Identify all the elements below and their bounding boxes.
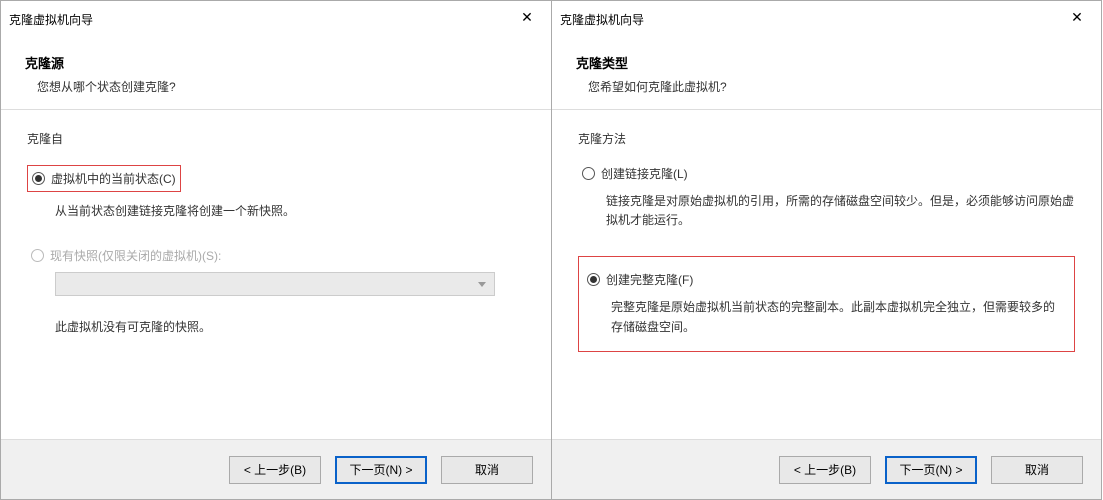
radio-existing-snapshot: 现有快照(仅限关闭的虚拟机)(S): — [31, 247, 525, 264]
clone-wizard-dialog-type: 克隆虚拟机向导 ✕ 克隆类型 您希望如何克隆此虚拟机? 克隆方法 创建链接克隆(… — [551, 0, 1102, 500]
wizard-body: 克隆自 虚拟机中的当前状态(C) 从当前状态创建链接克隆将创建一个新快照。 现有… — [1, 110, 551, 439]
next-button[interactable]: 下一页(N) > — [885, 456, 977, 484]
option-current-state: 虚拟机中的当前状态(C) 从当前状态创建链接克隆将创建一个新快照。 — [27, 165, 525, 221]
back-button[interactable]: < 上一步(B) — [229, 456, 321, 484]
group-label: 克隆自 — [27, 130, 525, 147]
next-button[interactable]: 下一页(N) > — [335, 456, 427, 484]
wizard-footer: < 上一步(B) 下一页(N) > 取消 — [552, 439, 1101, 499]
snapshot-note: 此虚拟机没有可克隆的快照。 — [55, 318, 525, 337]
option-description: 完整克隆是原始虚拟机当前状态的完整副本。此副本虚拟机完全独立，但需要较多的存储磁… — [611, 298, 1064, 336]
radio-current-state[interactable]: 虚拟机中的当前状态(C) — [32, 170, 176, 187]
option-full-clone: 创建完整克隆(F) 完整克隆是原始虚拟机当前状态的完整副本。此副本虚拟机完全独立… — [578, 256, 1075, 351]
window-title: 克隆虚拟机向导 — [9, 11, 93, 28]
group-label: 克隆方法 — [578, 130, 1075, 147]
option-linked-clone: 创建链接克隆(L) 链接克隆是对原始虚拟机的引用，所需的存储磁盘空间较少。但是，… — [578, 165, 1075, 230]
wizard-body: 克隆方法 创建链接克隆(L) 链接克隆是对原始虚拟机的引用，所需的存储磁盘空间较… — [552, 110, 1101, 439]
radio-icon — [31, 249, 44, 262]
radio-icon — [587, 273, 600, 286]
wizard-header: 克隆类型 您希望如何克隆此虚拟机? — [552, 37, 1101, 109]
close-button[interactable]: ✕ — [1057, 3, 1097, 31]
close-button[interactable]: ✕ — [507, 3, 547, 31]
titlebar: 克隆虚拟机向导 ✕ — [552, 1, 1101, 37]
option-description: 链接克隆是对原始虚拟机的引用，所需的存储磁盘空间较少。但是，必须能够访问原始虚拟… — [606, 192, 1075, 230]
cancel-button[interactable]: 取消 — [441, 456, 533, 484]
option-description: 从当前状态创建链接克隆将创建一个新快照。 — [55, 202, 525, 221]
back-button[interactable]: < 上一步(B) — [779, 456, 871, 484]
option-existing-snapshot: 现有快照(仅限关闭的虚拟机)(S): 此虚拟机没有可克隆的快照。 — [27, 247, 525, 337]
titlebar: 克隆虚拟机向导 ✕ — [1, 1, 551, 37]
header-title: 克隆类型 — [576, 53, 1077, 72]
header-subtitle: 您希望如何克隆此虚拟机? — [588, 78, 1077, 95]
radio-label: 虚拟机中的当前状态(C) — [51, 170, 176, 187]
wizard-header: 克隆源 您想从哪个状态创建克隆? — [1, 37, 551, 109]
close-icon: ✕ — [521, 9, 533, 26]
header-title: 克隆源 — [25, 53, 527, 72]
snapshot-dropdown — [55, 272, 495, 296]
radio-label: 创建链接克隆(L) — [601, 165, 688, 182]
radio-label: 创建完整克隆(F) — [606, 271, 693, 288]
radio-full-clone[interactable]: 创建完整克隆(F) — [587, 271, 1064, 288]
wizard-footer: < 上一步(B) 下一页(N) > 取消 — [1, 439, 551, 499]
radio-icon — [582, 167, 595, 180]
radio-label: 现有快照(仅限关闭的虚拟机)(S): — [50, 247, 221, 264]
clone-wizard-dialog-source: 克隆虚拟机向导 ✕ 克隆源 您想从哪个状态创建克隆? 克隆自 虚拟机中的当前状态… — [0, 0, 551, 500]
header-subtitle: 您想从哪个状态创建克隆? — [37, 78, 527, 95]
radio-icon — [32, 172, 45, 185]
radio-linked-clone[interactable]: 创建链接克隆(L) — [582, 165, 1075, 182]
cancel-button[interactable]: 取消 — [991, 456, 1083, 484]
close-icon: ✕ — [1071, 9, 1083, 26]
window-title: 克隆虚拟机向导 — [560, 11, 644, 28]
